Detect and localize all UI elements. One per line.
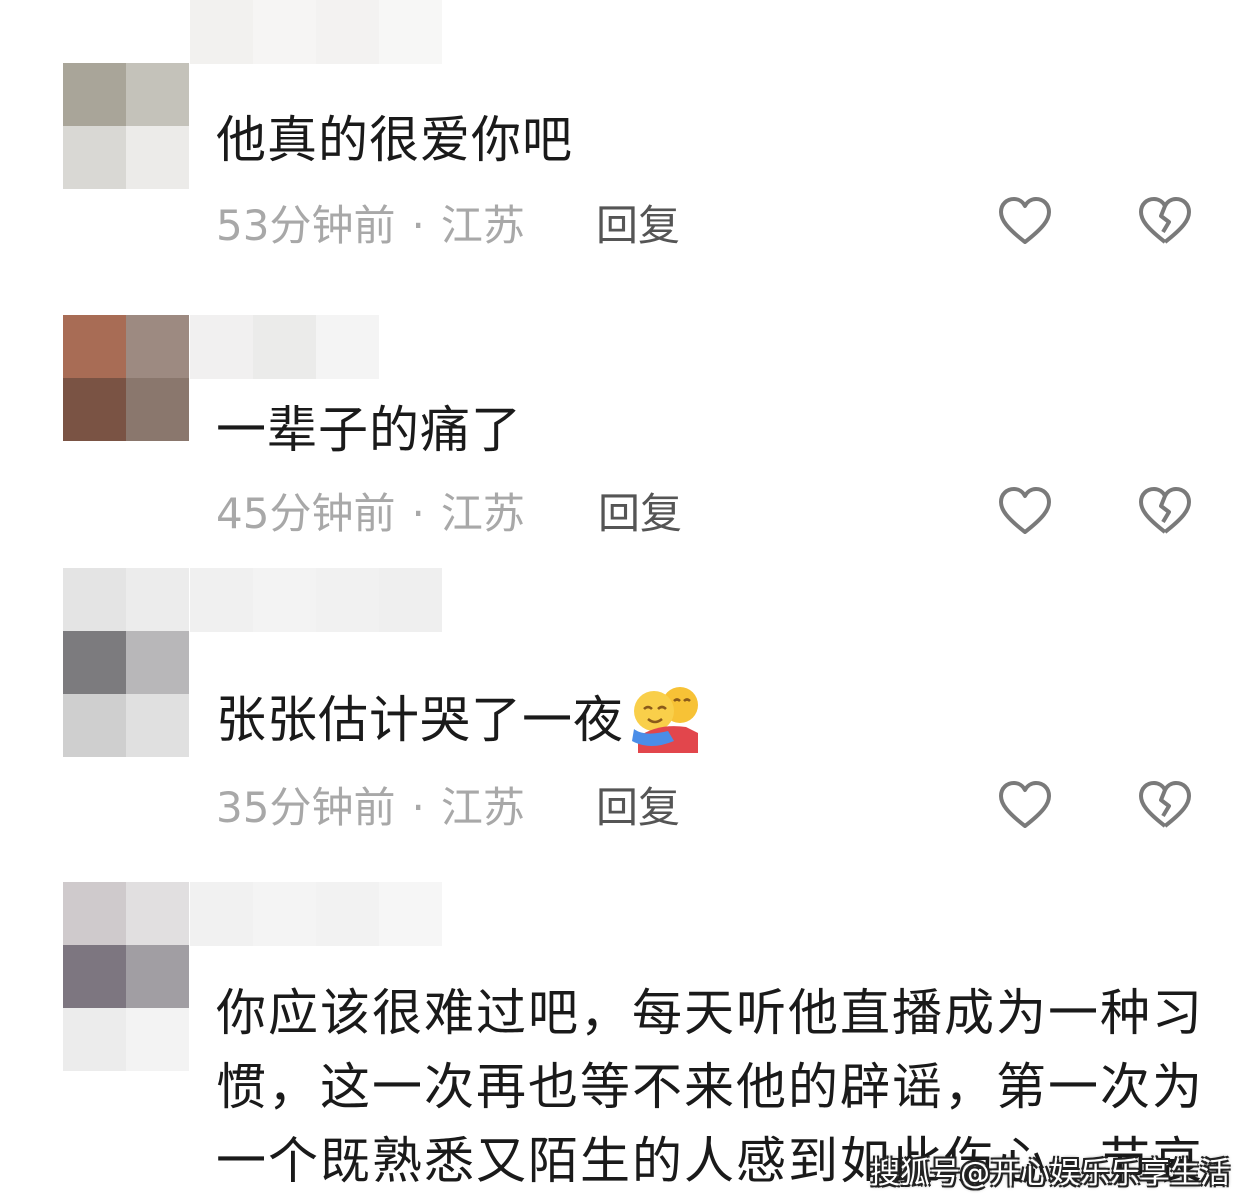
comment-text: 一辈子的痛了 bbox=[216, 401, 522, 459]
meta-separator: · bbox=[411, 489, 425, 538]
avatar[interactable] bbox=[63, 63, 189, 189]
username-blurred[interactable] bbox=[190, 882, 442, 946]
comment-location: 江苏 bbox=[440, 783, 525, 832]
comment-text: 张张估计哭了一夜 bbox=[216, 682, 704, 758]
heart-outline-icon[interactable] bbox=[997, 194, 1053, 250]
avatar[interactable] bbox=[63, 882, 189, 1008]
avatar-lower-blur bbox=[63, 1008, 189, 1071]
avatar-lower-blur bbox=[63, 694, 189, 757]
comment-text: 他真的很爱你吧 bbox=[216, 111, 573, 169]
comment-meta: 53分钟前 · 江苏 bbox=[216, 198, 525, 254]
username-blurred[interactable] bbox=[190, 0, 442, 64]
watermark: 搜狐号@开心娱乐乐享生活 bbox=[870, 1156, 1230, 1191]
username-blurred[interactable] bbox=[190, 568, 442, 632]
meta-separator: · bbox=[411, 201, 425, 250]
comment-location: 江苏 bbox=[440, 489, 525, 538]
comment-meta: 45分钟前 · 江苏 bbox=[216, 486, 525, 542]
comment-time: 53分钟前 bbox=[216, 201, 396, 250]
username-blurred[interactable] bbox=[190, 315, 379, 379]
reply-button[interactable]: 回复 bbox=[598, 486, 682, 542]
avatar[interactable] bbox=[63, 568, 189, 694]
meta-separator: · bbox=[411, 783, 425, 832]
comment-location: 江苏 bbox=[440, 201, 525, 250]
avatar[interactable] bbox=[63, 315, 189, 441]
comment-text-content: 张张估计哭了一夜 bbox=[216, 691, 624, 749]
broken-heart-icon[interactable] bbox=[1137, 778, 1193, 834]
reply-button[interactable]: 回复 bbox=[596, 198, 680, 254]
heart-outline-icon[interactable] bbox=[997, 484, 1053, 540]
heart-outline-icon[interactable] bbox=[997, 778, 1053, 834]
reply-button[interactable]: 回复 bbox=[596, 780, 680, 836]
comment-meta: 35分钟前 · 江苏 bbox=[216, 780, 525, 836]
hugging-face-emoji bbox=[632, 687, 698, 753]
broken-heart-icon[interactable] bbox=[1137, 484, 1193, 540]
comment-time: 35分钟前 bbox=[216, 783, 396, 832]
broken-heart-icon[interactable] bbox=[1137, 194, 1193, 250]
comment-time: 45分钟前 bbox=[216, 489, 396, 538]
